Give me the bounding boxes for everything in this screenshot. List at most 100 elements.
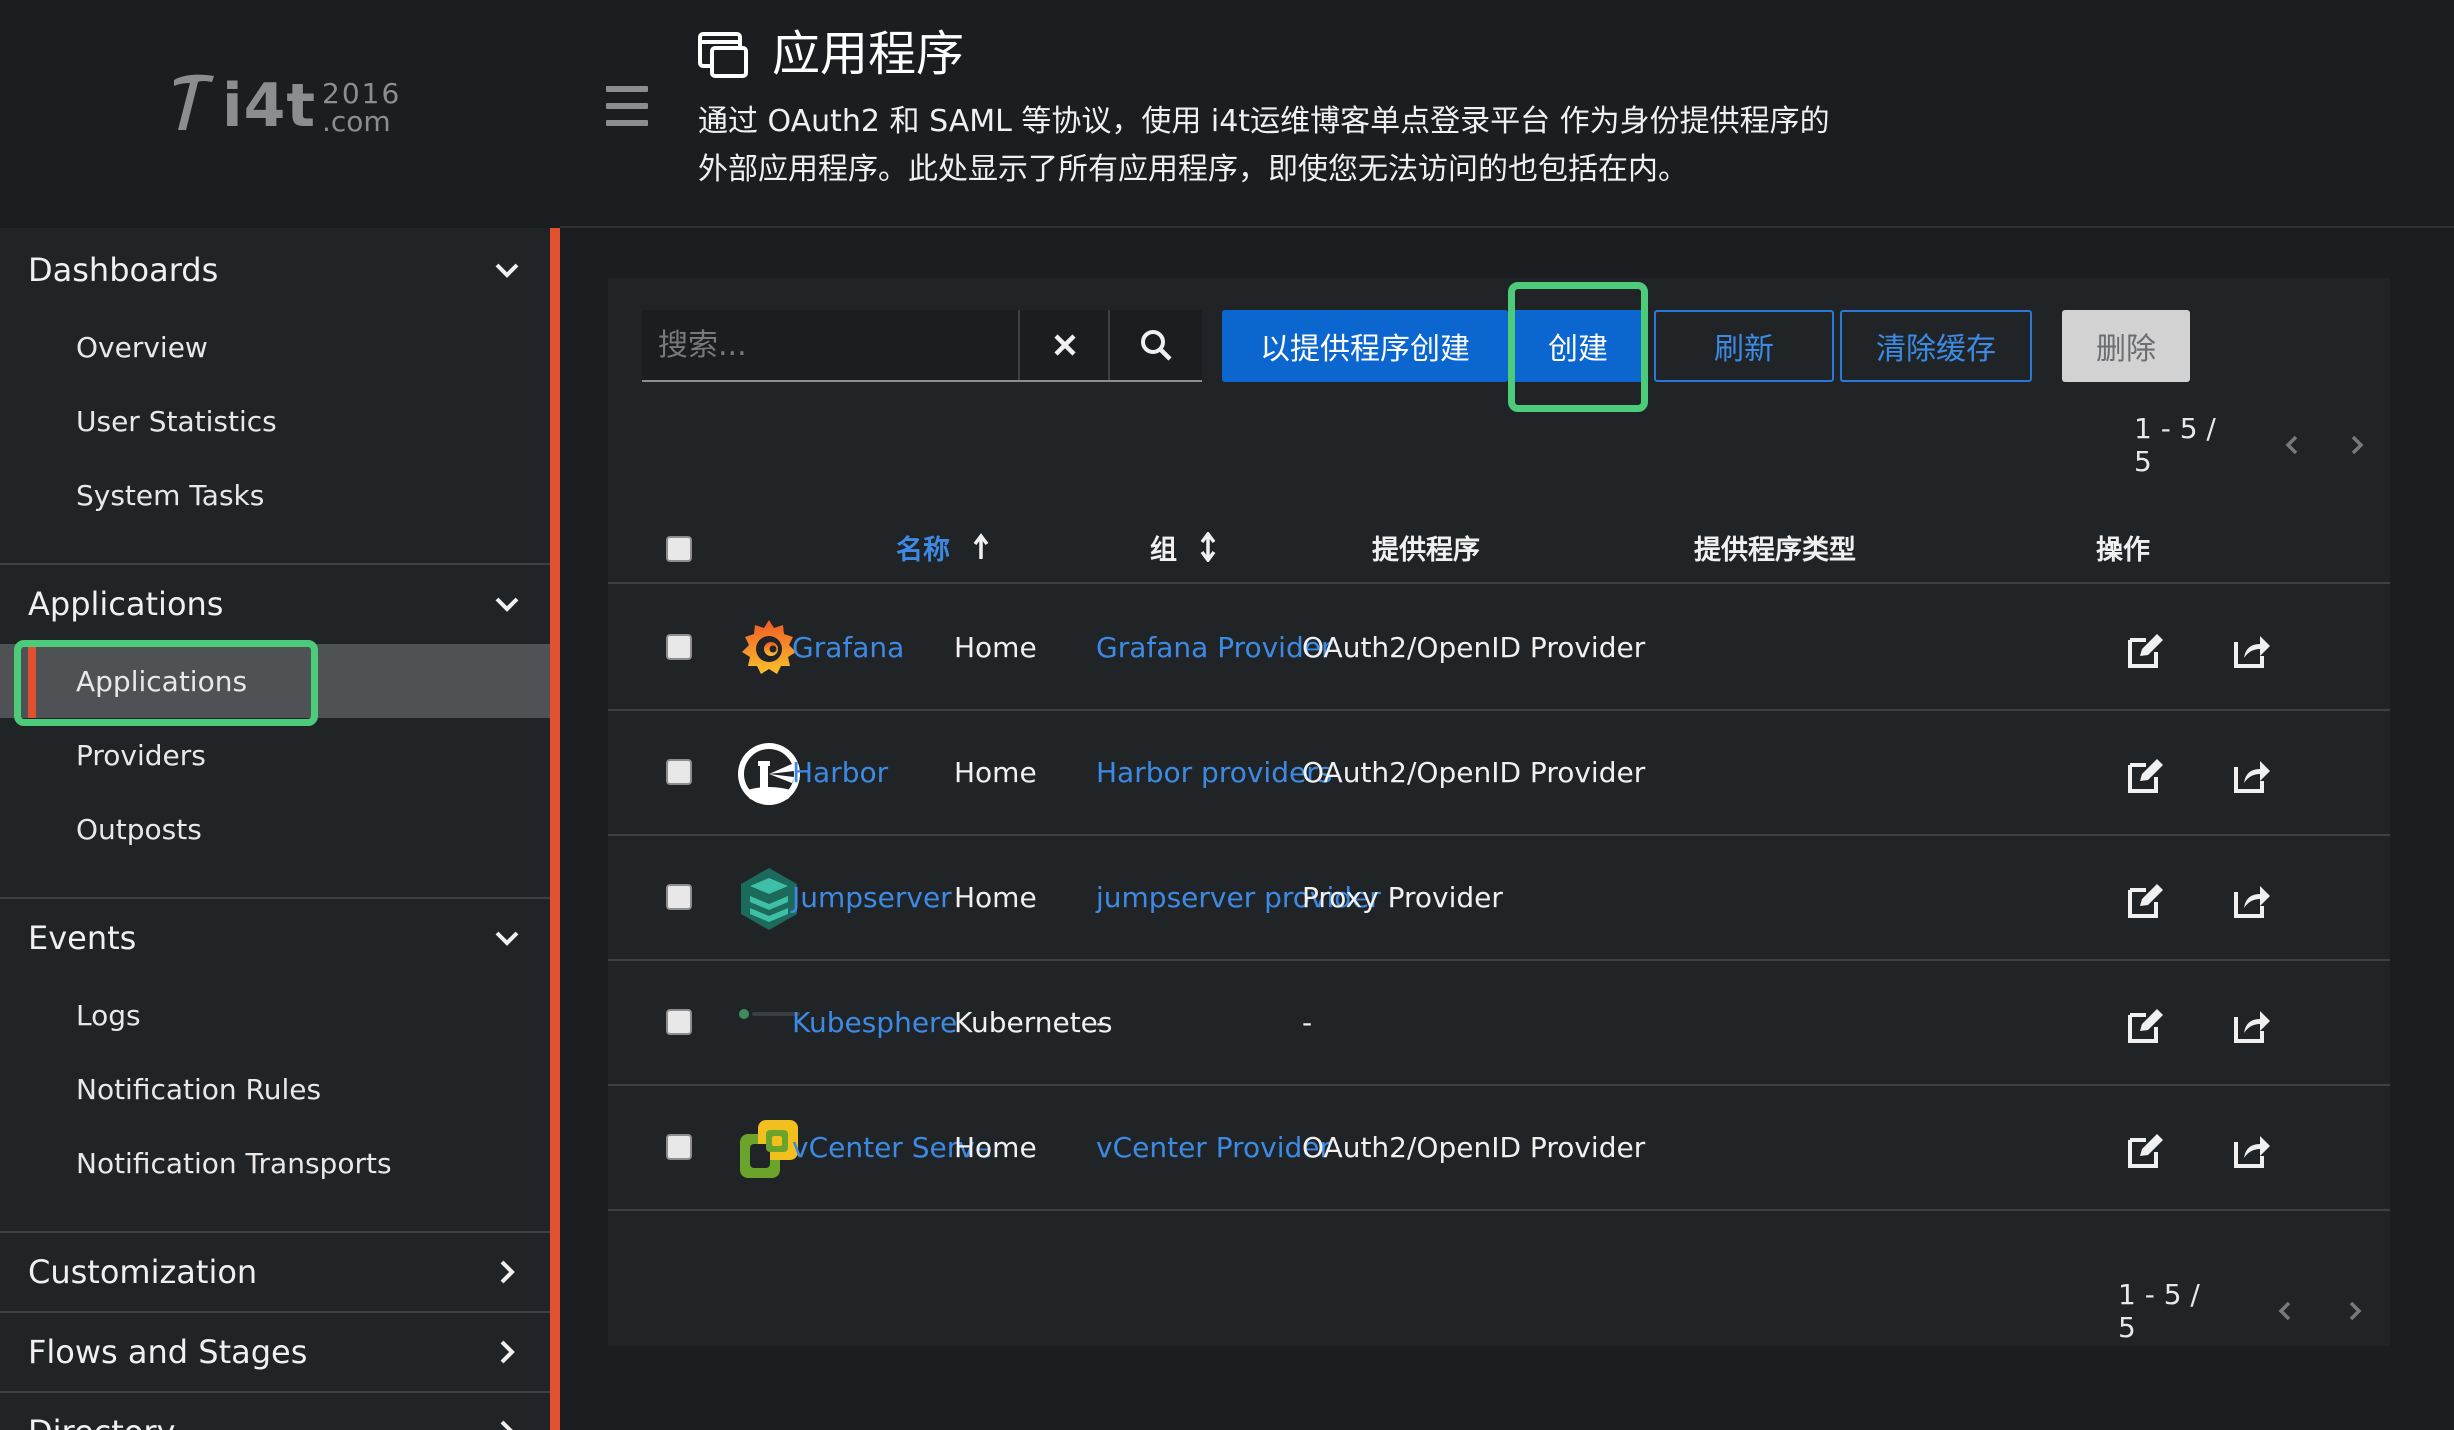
row-checkbox[interactable] [666,759,692,785]
refresh-button[interactable]: 刷新 [1654,310,1834,382]
row-checkbox[interactable] [666,884,692,910]
app-name-link[interactable]: Kubesphere [792,961,957,1084]
provider-type: OAuth2/OpenID Provider [1302,756,1646,789]
column-header-name[interactable]: 名称 [896,510,990,584]
provider-empty: - [1096,1006,1107,1039]
nav-item-logs[interactable]: Logs [0,978,550,1052]
nav-section-customization[interactable]: Customization [0,1232,550,1312]
provider-link[interactable]: vCenter Provider [1096,1086,1331,1209]
nav-item-label: Outposts [76,812,202,846]
row-checkbox[interactable] [666,1009,692,1035]
nav-section-label: Directory [28,1413,175,1430]
provider-type: Proxy Provider [1302,881,1503,914]
app-name-link[interactable]: Harbor [792,711,888,834]
nav-section-label: Flows and Stages [28,1333,308,1371]
chevron-left-icon [2285,435,2298,455]
edit-icon[interactable] [2126,1130,2166,1170]
nav-section-events[interactable]: Events [0,898,550,978]
pagination-top: 1 - 5 / 5 [2134,412,2390,478]
open-external-icon[interactable] [2232,630,2272,670]
close-icon [1054,334,1076,356]
chevron-right-icon [2352,435,2364,455]
app-group: Kubernetes [954,1006,1113,1039]
next-page-button[interactable] [2325,425,2390,465]
column-header-group[interactable]: 组 [1150,510,1217,584]
column-header-label: 名称 [896,534,950,566]
nav-item-applications[interactable]: Applications [0,644,550,718]
provider-type: OAuth2/OpenID Provider [1302,1131,1646,1164]
page-description: 通过 OAuth2 和 SAML 等协议，使用 i4t运维博客单点登录平台 作为… [698,104,1830,187]
app-name-link[interactable]: Grafana [792,586,904,709]
nav-item-label: System Tasks [76,478,265,512]
edit-icon[interactable] [2126,755,2166,795]
nav-section-label: Applications [28,585,224,623]
table-row: Jumpserver Home jumpserver provider Prox… [608,836,2390,961]
pagination-bottom: 1 - 5 / 5 [2118,1278,2390,1344]
hamburger-menu-icon[interactable] [606,86,648,126]
row-checkbox[interactable] [666,1134,692,1160]
nav-item-outposts[interactable]: Outposts [0,792,550,866]
open-external-icon[interactable] [2232,1005,2272,1045]
nav-item-label: Providers [76,738,206,772]
applications-window-icon [698,32,748,78]
app-name-link[interactable]: Jumpserver [792,836,952,959]
chevron-down-icon [495,597,519,612]
sidebar-active-bar [550,228,560,1430]
provider-link[interactable]: Grafana Provider [1096,586,1332,709]
app-group: Home [954,756,1037,789]
search-button[interactable] [1108,310,1202,380]
chevron-down-icon [495,931,519,946]
delete-button[interactable]: 删除 [2062,310,2190,382]
column-header-label: 组 [1150,534,1177,566]
nav-item-system-tasks[interactable]: System Tasks [0,458,550,532]
logo-domain: .com [322,105,391,138]
select-all-checkbox[interactable] [666,536,692,562]
applications-card: 以提供程序创建 创建 刷新 清除缓存 删除 1 - 5 / 5 名称 组 提供程… [608,278,2390,1346]
open-external-icon[interactable] [2232,755,2272,795]
nav-item-notification-rules[interactable]: Notification Rules [0,1052,550,1126]
chevron-left-icon [2278,1301,2290,1321]
edit-icon[interactable] [2126,880,2166,920]
nav-item-user-statistics[interactable]: User Statistics [0,384,550,458]
row-checkbox[interactable] [666,634,692,660]
nav-item-overview[interactable]: Overview [0,310,550,384]
provider-link[interactable]: Harbor providers [1096,711,1332,834]
column-header-provider: 提供程序 [1372,534,1480,566]
clear-search-button[interactable] [1018,310,1110,380]
open-external-icon[interactable] [2232,880,2272,920]
nav-item-label: User Statistics [76,404,277,438]
table-row: Harbor Home Harbor providers OAuth2/Open… [608,711,2390,836]
nav-item-label: Logs [76,998,141,1032]
edit-icon[interactable] [2126,1005,2166,1045]
search-input[interactable] [642,310,1018,380]
chevron-down-icon [495,263,519,278]
prev-page-button[interactable] [2250,1291,2320,1331]
table-row: vCenter Server Home vCenter Provider OAu… [608,1086,2390,1211]
nav-item-label: Notification Transports [76,1146,392,1180]
nav-section-label: Events [28,919,137,957]
nav-item-providers[interactable]: Providers [0,718,550,792]
column-header-actions: 操作 [2096,534,2150,566]
sidebar: i4t 2016 .com Dashboards Overview User S… [0,0,560,1430]
prev-page-button[interactable] [2259,425,2324,465]
next-page-button[interactable] [2320,1291,2390,1331]
nav-section-directory[interactable]: Directory [0,1392,550,1430]
app-group: Home [954,881,1037,914]
page-header: 应用程序 通过 OAuth2 和 SAML 等协议，使用 i4t运维博客单点登录… [560,0,2454,228]
brand-logo[interactable]: i4t 2016 .com [168,70,401,136]
chevron-right-icon [500,1420,513,1430]
search-box [642,310,1202,382]
chevron-right-icon [500,1340,515,1364]
clear-cache-button[interactable]: 清除缓存 [1840,310,2032,382]
nav-item-notification-transports[interactable]: Notification Transports [0,1126,550,1200]
nav-section-flows-and-stages[interactable]: Flows and Stages [0,1312,550,1392]
edit-icon[interactable] [2126,630,2166,670]
logo-year: 2016 [322,77,402,110]
create-button[interactable]: 创建 [1508,310,1648,382]
nav-section-dashboards[interactable]: Dashboards [0,230,550,310]
open-external-icon[interactable] [2232,1130,2272,1170]
brand-area: i4t 2016 .com [0,0,560,228]
create-with-provider-button[interactable]: 以提供程序创建 [1222,310,1508,382]
nav-section-applications[interactable]: Applications [0,564,550,644]
logo-text: i4t [222,71,316,141]
